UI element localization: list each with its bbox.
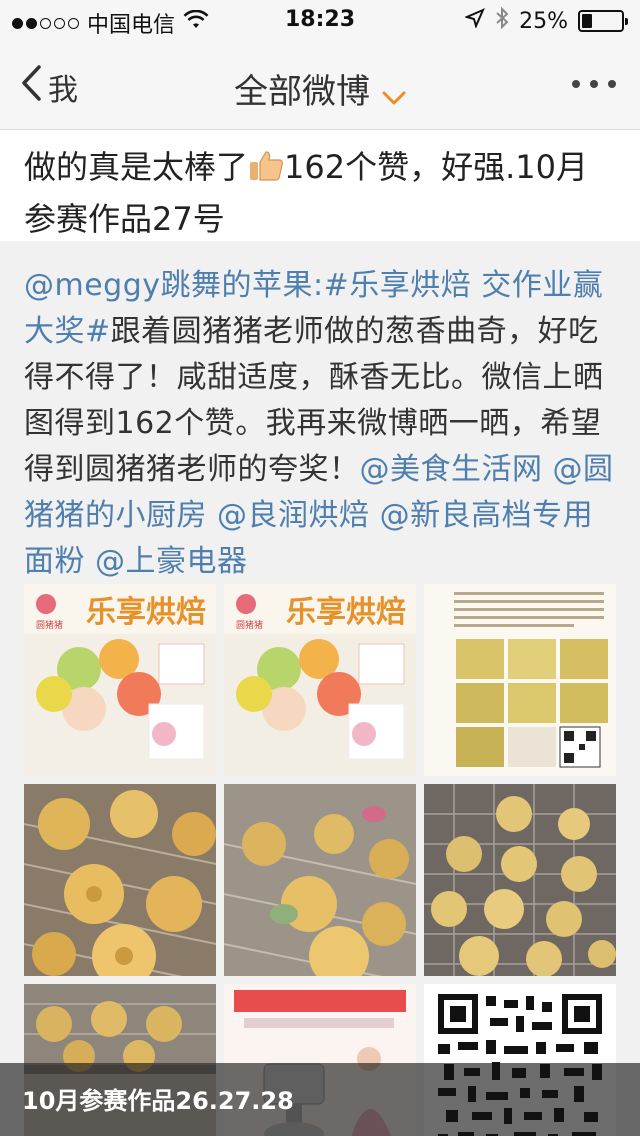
navigation-bar: 我 全部微博 [0, 40, 640, 130]
image-caption: 10月参赛作品26.27.28 [0, 1063, 640, 1136]
comment-text-part2: 162个赞，好强.10月 [284, 148, 588, 186]
more-dots-icon [572, 80, 580, 88]
cookies-closeup-image-1[interactable] [24, 784, 216, 976]
book-page-collage-image[interactable] [424, 584, 616, 776]
cookies-rack-image[interactable] [424, 784, 616, 976]
bluetooth-icon [495, 6, 509, 36]
more-dots-icon [608, 80, 616, 88]
feed-filter-dropdown[interactable]: 全部微博 [0, 64, 640, 114]
more-dots-icon [590, 80, 598, 88]
page-title: 全部微博 [234, 72, 370, 112]
original-post-text: @meggy跳舞的苹果:#乐享烘焙 交作业赢大奖#跟着圆猪猪老师做的葱香曲奇，好… [0, 241, 640, 585]
cover-title: 乐享烘焙 [86, 595, 206, 630]
battery-icon [578, 10, 628, 32]
cover-title: 乐享烘焙 [286, 595, 406, 630]
chevron-down-icon [382, 74, 406, 114]
author-tag: 圆猪猪 [236, 619, 263, 631]
thumbs-up-icon [248, 148, 284, 186]
book-cover-image-2[interactable]: 圆猪猪 乐享烘焙 [224, 584, 416, 776]
battery-percent: 25% [519, 8, 568, 34]
repost-comment: 做的真是太棒了 162个赞，好强.10月 参赛作品27号 [0, 131, 640, 241]
status-bar: 中国电信 18:23 25% [0, 0, 640, 40]
book-cover-image-1[interactable]: 圆猪猪 乐享烘焙 [24, 584, 216, 776]
more-options-button[interactable] [572, 80, 616, 88]
comment-text-part3: 参赛作品27号 [24, 200, 225, 238]
comment-text-part1: 做的真是太棒了 [24, 148, 249, 186]
location-arrow-icon [464, 8, 486, 34]
author-tag: 圆猪猪 [36, 619, 63, 631]
original-post: @meggy跳舞的苹果:#乐享烘焙 交作业赢大奖#跟着圆猪猪老师做的葱香曲奇，好… [0, 241, 640, 1136]
cookies-closeup-image-2[interactable] [224, 784, 416, 976]
top-bar: 中国电信 18:23 25% 我 全部微博 [0, 0, 640, 130]
